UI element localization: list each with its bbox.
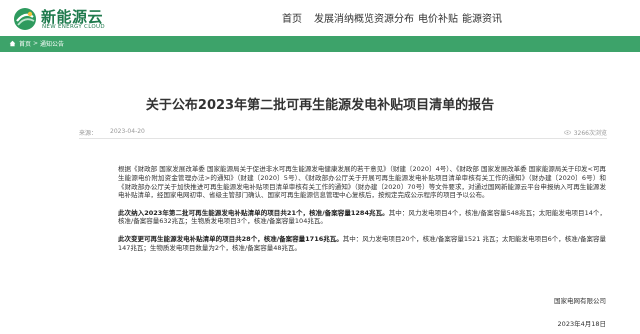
meta-divider — [79, 138, 607, 139]
nav-item-news[interactable]: 能源资讯 — [462, 10, 502, 25]
article-paragraph-1: 根据《财政部 国家发展改革委 国家能源局关于促进非水可再生能源发电健康发展的若干… — [118, 165, 606, 200]
article-meta: 来源： 2023-04-20 3266次浏览 — [79, 128, 607, 138]
nav-item-subsidy[interactable]: 电价补贴 — [418, 10, 458, 25]
article-signature: 国家电网有限公司 — [554, 297, 606, 305]
home-icon — [9, 40, 16, 47]
nav-item-resources[interactable]: 资源分布 — [374, 10, 414, 25]
article-body: 根据《财政部 国家发展改革委 国家能源局关于促进非水可再生能源发电健康发展的若干… — [118, 165, 606, 261]
view-count: 3266次浏览 — [563, 128, 607, 137]
breadcrumb-bar: 首页 > 通知公告 — [0, 36, 640, 52]
breadcrumb: 首页 > 通知公告 — [9, 39, 64, 48]
site-header: 新能源云 NEW ENERGY CLOUD 首页 发展消纳概览 资源分布 电价补… — [0, 0, 640, 36]
brand-name-en: NEW ENERGY CLOUD — [42, 24, 105, 30]
nav-item-home[interactable]: 首页 — [282, 10, 302, 25]
logo-mark-icon — [14, 8, 36, 30]
site-logo[interactable]: 新能源云 NEW ENERGY CLOUD — [13, 5, 123, 31]
breadcrumb-separator: > — [33, 40, 39, 47]
article-date: 2023-04-20 — [110, 128, 145, 135]
article-paragraph-2: 此次纳入2023年第二批可再生能源发电补贴清单的项目共21个，核准/备案容量12… — [118, 209, 606, 227]
article-paragraph-3: 此次变更可再生能源发电补贴清单的项目共28个，核准/备案容量1716兆瓦。其中：… — [118, 235, 606, 253]
breadcrumb-home[interactable]: 首页 — [19, 39, 31, 48]
article-sign-date: 2023年4月18日 — [557, 320, 606, 328]
paragraph-2-highlight: 此次纳入2023年第二批可再生能源发电补贴清单的项目共21个，核准/备案容量12… — [118, 208, 389, 217]
article-source: 来源： — [79, 130, 98, 137]
paragraph-3-highlight: 此次变更可再生能源发电补贴清单的项目共28个，核准/备案容量1716兆瓦。 — [118, 234, 343, 243]
page-title: 关于公布2023年第二批可再生能源发电补贴项目清单的报告 — [145, 98, 495, 113]
breadcrumb-notices[interactable]: 通知公告 — [40, 39, 64, 48]
eye-icon — [563, 130, 571, 135]
nav-item-overview[interactable]: 发展消纳概览 — [314, 10, 374, 25]
view-count-text: 3266次浏览 — [573, 130, 607, 137]
